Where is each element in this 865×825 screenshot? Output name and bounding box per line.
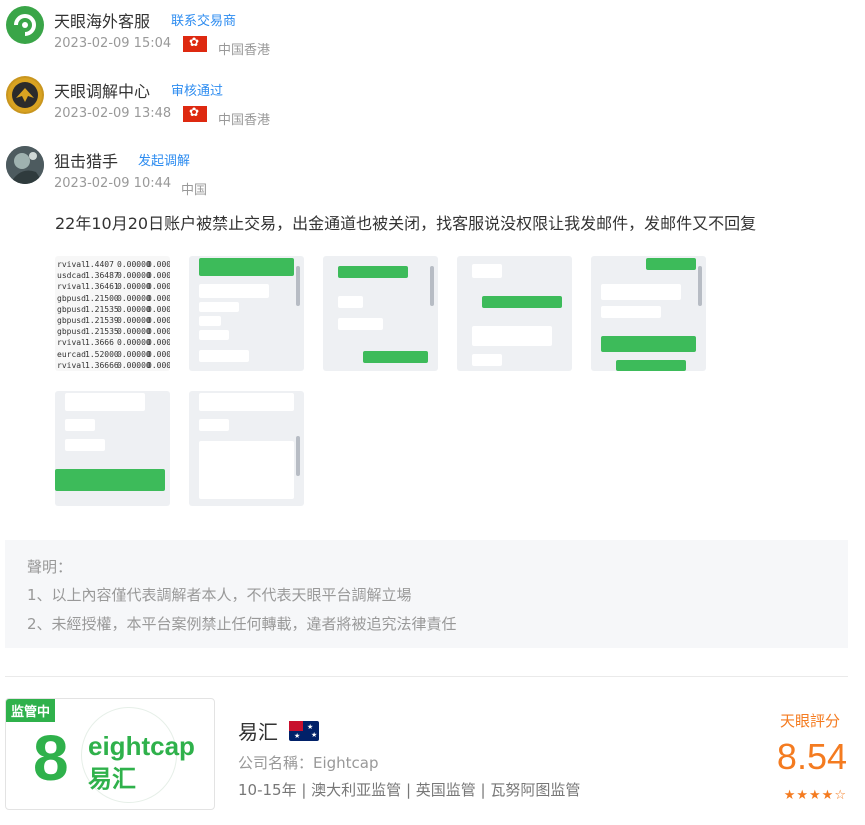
region-label: 中国 — [181, 183, 208, 198]
message-item: 天眼调解中心 审核通过 2023-02-09 13:48 中国香港 — [6, 76, 406, 128]
australia-flag-icon: ★ ★ ★ — [289, 721, 319, 741]
disclaimer-title: 聲明： — [27, 558, 73, 576]
table-cell: 0.0000 — [147, 282, 170, 292]
table-cell: 0.0000 — [147, 293, 170, 303]
table-cell: 0.00000 — [117, 271, 151, 281]
table-row: rvival1.366660.000000.0000 — [55, 359, 170, 371]
logo-eight-numeral: 8 — [33, 722, 69, 794]
table-cell: 0.0000 — [147, 271, 170, 281]
broker-name[interactable]: 易汇 — [238, 716, 278, 745]
table-cell: gbpusd — [57, 304, 86, 314]
table-cell: 0.00000 — [117, 327, 151, 337]
table-cell: 0.00000 — [117, 316, 151, 325]
table-cell: usdcad — [57, 271, 86, 281]
complaint-text: 22年10月20日账户被禁止交易，出金通道也被关闭，找客服说没权限让我发邮件，发… — [55, 214, 757, 233]
sender-name[interactable]: 天眼调解中心 — [54, 78, 150, 102]
table-cell: 1.21535 — [85, 327, 119, 337]
divider — [5, 676, 848, 677]
status-link[interactable]: 发起调解 — [138, 150, 190, 169]
disclaimer-line: 2、未經授權，本平台案例禁止任何轉載，違者將被追究法律責任 — [27, 615, 457, 633]
region-label: 中国香港 — [218, 113, 271, 128]
message-item: 天眼海外客服 联系交易商 2023-02-09 15:04 中国香港 — [6, 6, 406, 58]
disclaimer-box: 聲明： 1、以上內容僅代表調解者本人，不代表天眼平台調解立場 2、未經授權，本平… — [5, 540, 848, 648]
attachment-thumbnail-table[interactable]: rvival1.44070.000000.0000usdcad1.364870.… — [55, 256, 170, 371]
table-cell: 1.52000 — [85, 349, 119, 359]
table-cell: 0.00000 — [117, 304, 151, 314]
message-item: 狙击猎手 发起调解 2023-02-09 10:44 中国 — [6, 146, 406, 198]
attachment-thumbnail[interactable] — [55, 391, 170, 506]
table-cell: rvival — [57, 282, 86, 292]
star-rating-icon: ★★★★☆ — [783, 788, 847, 803]
table-cell: eurcad — [57, 349, 86, 359]
table-cell: 1.21500 — [85, 293, 119, 303]
hong-kong-flag-icon — [183, 35, 207, 52]
table-cell: gbpusd — [57, 327, 86, 337]
table-cell: 1.36666 — [85, 360, 119, 370]
table-cell: 0.0000 — [147, 260, 170, 269]
table-cell: 1.36487 — [85, 271, 119, 281]
timestamp: 2023-02-09 10:44 — [54, 176, 172, 191]
table-cell: 0.0000 — [147, 304, 170, 314]
attachment-thumbnail[interactable] — [323, 256, 438, 371]
table-cell: 0.0000 — [147, 327, 170, 337]
attachment-thumbnail[interactable] — [189, 256, 304, 371]
company-name: 公司名稱：Eightcap — [238, 754, 379, 772]
logo-wordmark: eightcap — [88, 731, 195, 761]
sender-name[interactable]: 天眼海外客服 — [54, 8, 150, 32]
table-cell: 0.0000 — [147, 360, 170, 370]
score-label: 天眼評分 — [779, 712, 840, 730]
table-cell: 1.4407 — [85, 260, 114, 269]
user-avatar-photo[interactable] — [6, 146, 44, 184]
table-cell: 0.0000 — [147, 316, 170, 325]
table-cell: 0.00000 — [117, 282, 151, 292]
table-cell: 1.21535 — [85, 304, 119, 314]
disclaimer-line: 1、以上內容僅代表調解者本人，不代表天眼平台調解立場 — [27, 586, 412, 604]
logo-chinese-name: 易汇 — [88, 765, 136, 793]
broker-logo-card[interactable]: 监管中 8 eightcap 易汇 — [5, 698, 215, 810]
table-cell: gbpusd — [57, 316, 86, 325]
table-cell: 1.3666 — [85, 338, 114, 348]
sender-name[interactable]: 狙击猎手 — [54, 148, 118, 172]
table-cell: rvival — [57, 260, 86, 269]
attachment-thumbnail[interactable] — [457, 256, 572, 371]
status-link[interactable]: 联系交易商 — [171, 10, 236, 29]
hong-kong-flag-icon — [183, 105, 207, 122]
table-cell: 0.00000 — [117, 260, 151, 269]
attachment-thumbnail[interactable] — [189, 391, 304, 506]
table-cell: 1.21539 — [85, 316, 119, 325]
table-cell: 0.0000 — [147, 349, 170, 359]
green-swirl-logo-icon[interactable] — [6, 6, 44, 44]
table-cell: 0.0000 — [147, 338, 170, 348]
regulation-info: 10-15年 | 澳大利亚监管 | 英国监管 | 瓦努阿图监管 — [238, 781, 581, 799]
table-cell: rvival — [57, 338, 86, 348]
timestamp: 2023-02-09 15:04 — [54, 36, 172, 51]
score-value: 8.54 — [776, 736, 847, 777]
table-cell: 0.00000 — [117, 293, 151, 303]
table-cell: 0.00000 — [117, 349, 151, 359]
attachment-thumbnail[interactable] — [591, 256, 706, 371]
status-link[interactable]: 审核通过 — [171, 80, 223, 99]
status-badge: 监管中 — [6, 699, 56, 722]
region-label: 中国香港 — [218, 43, 271, 58]
table-cell: 1.36461 — [85, 282, 119, 292]
table-cell: 0.00000 — [117, 360, 151, 370]
timestamp: 2023-02-09 13:48 — [54, 106, 172, 121]
gold-eagle-logo-icon[interactable] — [6, 76, 44, 114]
table-cell: 0.00000 — [117, 338, 151, 348]
table-cell: rvival — [57, 360, 86, 370]
table-cell: gbpusd — [57, 293, 86, 303]
